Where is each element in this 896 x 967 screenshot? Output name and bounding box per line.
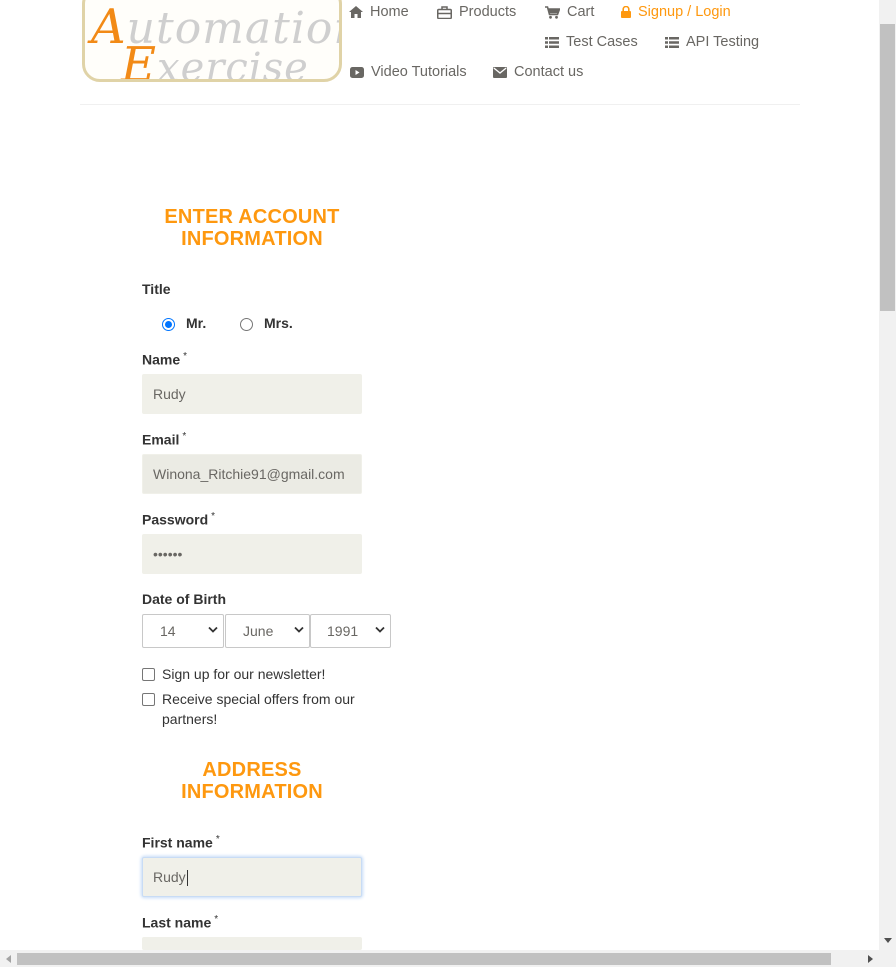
required-mark: * [214, 914, 219, 925]
dob-label: Date of Birth [142, 591, 226, 607]
nav-video-tutorials-label: Video Tutorials [371, 64, 467, 80]
dob-year-value: 1991 [327, 623, 359, 639]
dob-month-value: June [243, 623, 274, 639]
title-mr-label: Mr. [186, 315, 207, 331]
name-label-text: Name [142, 351, 181, 368]
nav-api-testing-label: API Testing [686, 34, 760, 50]
first-name-label-text: First name [142, 834, 213, 851]
first-name-label: First name * [142, 834, 220, 851]
address-section-title: ADDRESS INFORMATION [142, 759, 362, 803]
lock-icon [621, 6, 631, 18]
chevron-down-icon [294, 626, 304, 633]
title-label: Title [142, 281, 171, 297]
special-offers-label-line2: partners! [162, 711, 218, 727]
text-cursor [186, 870, 188, 887]
newsletter-label: Sign up for our newsletter! [162, 666, 326, 682]
chevron-down-icon [375, 626, 385, 633]
nav-signup-login[interactable]: Signup / Login [621, 4, 731, 20]
home-icon [349, 6, 363, 18]
nav-contact-us-label: Contact us [514, 64, 584, 80]
email-label: Email * [142, 431, 186, 448]
nav-products-label: Products [459, 4, 517, 20]
newsletter-checkbox[interactable] [142, 668, 155, 681]
nav-cart[interactable]: Cart [545, 4, 594, 20]
chevron-down-icon [208, 626, 218, 633]
envelope-icon [493, 66, 507, 78]
address-title-line2: INFORMATION [181, 781, 323, 803]
email-input[interactable]: Winona_Ritchie91@gmail.com [142, 454, 362, 494]
cart-icon [545, 5, 560, 19]
title-mrs-label: Mrs. [264, 315, 293, 331]
required-mark: * [211, 511, 216, 522]
dob-day-value: 14 [160, 623, 176, 639]
nav-test-cases-label: Test Cases [566, 34, 638, 50]
name-label: Name * [142, 351, 187, 368]
dob-month-select[interactable]: June [225, 614, 310, 648]
special-offers-label-line1: Receive special offers from our [162, 691, 355, 707]
last-name-label-text: Last name [142, 914, 212, 931]
nav-products[interactable]: Products [437, 4, 516, 20]
last-name-input[interactable] [142, 937, 362, 950]
last-name-label: Last name * [142, 914, 218, 931]
list-icon [545, 36, 559, 48]
logo-text-exercise: Exercise [121, 37, 309, 82]
header-divider [80, 104, 800, 105]
dob-year-select[interactable]: 1991 [310, 614, 391, 648]
special-offers-checkbox[interactable] [142, 693, 155, 706]
title-mr-radio[interactable] [162, 318, 175, 331]
nav-api-testing[interactable]: API Testing [665, 34, 759, 50]
nav-home-label: Home [370, 4, 409, 20]
vertical-scrollbar-thumb[interactable] [880, 24, 895, 311]
nav-cart-label: Cart [567, 4, 595, 20]
email-label-text: Email [142, 431, 180, 448]
password-label: Password * [142, 511, 215, 528]
horizontal-scrollbar-thumb[interactable] [17, 953, 831, 965]
password-input[interactable]: •••••• [142, 534, 362, 574]
first-name-value: Rudy [153, 869, 186, 885]
nav-signup-login-label: Signup / Login [638, 4, 731, 20]
name-input[interactable]: Rudy [142, 374, 362, 414]
scroll-right-arrow-icon[interactable] [868, 955, 873, 963]
nav-test-cases[interactable]: Test Cases [545, 34, 638, 50]
nav-home[interactable]: Home [349, 4, 409, 20]
site-logo[interactable]: Automation Exercise [82, 0, 342, 82]
first-name-input[interactable]: Rudy [142, 857, 362, 897]
account-section-title: ENTER ACCOUNT INFORMATION [164, 206, 340, 250]
list-icon [665, 36, 679, 48]
password-label-text: Password [142, 511, 209, 528]
address-title-line1: ADDRESS [202, 759, 302, 781]
required-mark: * [182, 431, 187, 442]
youtube-icon [350, 66, 364, 78]
briefcase-icon [437, 5, 452, 19]
nav-contact-us[interactable]: Contact us [493, 64, 583, 80]
required-mark: * [183, 351, 188, 362]
title-mrs-radio[interactable] [240, 318, 253, 331]
required-mark: * [215, 834, 220, 845]
nav-video-tutorials[interactable]: Video Tutorials [350, 64, 467, 80]
scroll-down-arrow-icon[interactable] [884, 938, 892, 943]
scroll-left-arrow-icon[interactable] [6, 955, 11, 963]
dob-day-select[interactable]: 14 [142, 614, 224, 648]
